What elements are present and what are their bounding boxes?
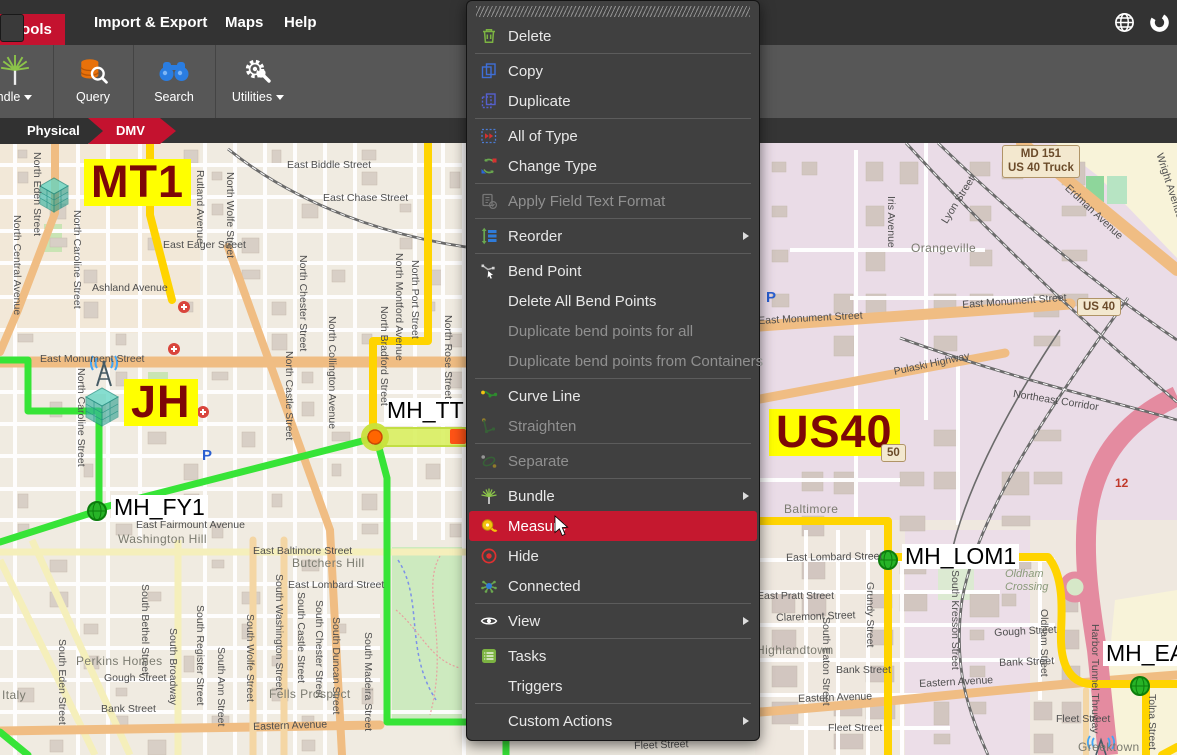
menu-item-curve-line[interactable]: Curve Line [467,381,759,411]
menu-divider [475,118,751,119]
submenu-arrow-icon [743,617,749,625]
menu-item-custom-actions[interactable]: Custom Actions [467,706,759,736]
toolbar-label-search: Search [154,90,194,104]
menu-divider [475,378,751,379]
copy-icon [479,62,499,80]
all-of-type-icon [479,127,499,145]
submenu-arrow-icon [743,492,749,500]
bundle-splay-icon [0,54,31,88]
duplicate-icon [479,92,499,110]
menu-divider [475,218,751,219]
database-query-icon [77,54,109,88]
menu-item-separate[interactable]: Separate [467,446,759,476]
no-icon [479,712,499,730]
menu-item-duplicate[interactable]: Duplicate [467,86,759,116]
toolbar-button-query[interactable]: Query [53,45,133,118]
roundabout [1063,575,1087,599]
gear-wrench-icon [241,54,275,88]
menubar-item-help[interactable]: Help [284,0,317,45]
toolbar-label-utilities: Utilities [232,90,272,104]
bend-point-icon [479,262,499,280]
menu-item-straighten[interactable]: Straighten [467,411,759,441]
menu-item-connected[interactable]: Connected [467,571,759,601]
menubar-item-maps[interactable]: Maps [225,0,263,45]
no-icon [479,677,499,695]
menu-item-view[interactable]: View [467,606,759,636]
field-text-format-icon [479,192,499,210]
menu-divider [475,638,751,639]
toolbar-button-bundle[interactable]: ndle [0,45,53,118]
toolbar-button-search[interactable]: Search [133,45,215,118]
chevron-down-icon [276,95,284,100]
binoculars-icon [157,54,191,88]
hide-icon [479,547,499,565]
menu-item-measure[interactable]: Measure [469,511,757,541]
park-area [392,547,468,723]
menu-divider [475,603,751,604]
menu-divider [475,183,751,184]
curve-line-icon [479,387,499,405]
reorder-icon [479,227,499,245]
no-icon [479,292,499,310]
context-menu: Delete Copy Duplicate All of Type Change… [466,0,760,741]
menu-item-all-of-type[interactable]: All of Type [467,121,759,151]
menu-divider [475,253,751,254]
menu-item-tasks[interactable]: Tasks [467,641,759,671]
submenu-arrow-icon [743,717,749,725]
menu-item-duplicate-bend-points-from-containers[interactable]: Duplicate bend points from Containers [467,346,759,376]
submenu-arrow-icon [743,232,749,240]
trash-icon [479,27,499,45]
menu-item-delete[interactable]: Delete [467,21,759,51]
menu-item-triggers[interactable]: Triggers [467,671,759,701]
menu-divider [475,443,751,444]
no-icon [479,352,499,370]
donut-icon[interactable] [1148,11,1171,34]
tab-physical[interactable]: Physical [27,123,80,138]
menu-item-hide[interactable]: Hide [467,541,759,571]
menu-item-delete-all-bend-points[interactable]: Delete All Bend Points [467,286,759,316]
menu-item-change-type[interactable]: Change Type [467,151,759,181]
toolbar-button-utilities[interactable]: Utilities [215,45,301,118]
bundle-icon [479,487,499,505]
menu-item-reorder[interactable]: Reorder [467,221,759,251]
tab-dmv[interactable]: DMV [116,123,145,138]
chevron-down-icon [24,95,32,100]
menu-item-apply-field-text-format[interactable]: Apply Field Text Format [467,186,759,216]
change-type-icon [479,157,499,175]
globe-icon[interactable] [1113,11,1136,34]
connected-icon [479,577,499,595]
menu-grip-handle[interactable] [476,6,750,17]
feature-finder-button[interactable] [0,14,24,42]
menu-item-duplicate-bend-points-for-all[interactable]: Duplicate bend points for all [467,316,759,346]
mouse-cursor [554,515,570,538]
menubar-item-import-export[interactable]: Import & Export [94,0,207,45]
toolbar-label-query: Query [76,90,110,104]
menu-item-copy[interactable]: Copy [467,56,759,86]
menu-item-bend-point[interactable]: Bend Point [467,256,759,286]
toolbar-label-bundle: ndle [0,90,20,104]
junction-point[interactable] [364,426,386,448]
tasks-icon [479,647,499,665]
menu-divider [475,478,751,479]
app-window: MT1 JH US40 MH_TT MH_FY1 MH_LOM1 MH_EA M… [0,0,1177,755]
menu-divider [475,53,751,54]
menu-divider [475,703,751,704]
measure-icon [479,517,499,535]
no-icon [479,322,499,340]
straighten-icon [479,417,499,435]
view-icon [479,612,499,630]
menu-item-bundle[interactable]: Bundle [467,481,759,511]
separate-icon [479,452,499,470]
